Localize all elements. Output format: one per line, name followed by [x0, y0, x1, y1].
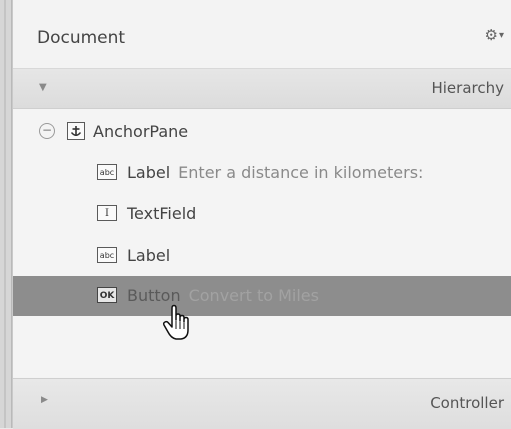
tree-item-description: Enter a distance in kilometers:: [178, 163, 424, 182]
window-chrome-strip: [0, 0, 12, 428]
controller-label: Controller: [430, 394, 504, 412]
triangle-down-icon: ▼: [39, 82, 47, 93]
tree-item-anchorpane[interactable]: − AnchorPane: [13, 112, 511, 152]
label-abc-icon: abc: [97, 247, 117, 263]
triangle-right-icon: ▶: [41, 395, 48, 405]
hierarchy-tree: − AnchorPane abc Label Enter a distance i…: [13, 109, 511, 377]
tree-item-label-node[interactable]: abc Label: [13, 236, 511, 276]
tree-item-text: Button Convert to Miles: [127, 286, 319, 305]
tree-item-label-node[interactable]: abc Label Enter a distance in kilometers:: [13, 153, 511, 193]
tree-item-text: Label Enter a distance in kilometers:: [127, 163, 423, 182]
tree-item-button[interactable]: OK Button Convert to Miles: [13, 276, 511, 316]
controller-section-header[interactable]: ▶ Controller: [13, 378, 511, 429]
tree-item-type: Button: [127, 286, 181, 305]
textfield-icon: I: [97, 205, 117, 221]
document-panel: Document ⚙▾ ▼ Hierarchy − AnchorPane abc: [12, 0, 511, 429]
tree-item-description: Convert to Miles: [188, 286, 319, 305]
tree-item-type: Label: [127, 246, 171, 265]
button-ok-icon: OK: [97, 287, 117, 303]
hand-cursor-icon: [162, 304, 189, 340]
label-abc-icon: abc: [97, 164, 117, 180]
tree-item-label: AnchorPane: [93, 122, 189, 141]
anchor-icon: [67, 122, 85, 140]
collapse-icon[interactable]: −: [39, 123, 55, 139]
chevron-down-icon: ▾: [498, 30, 504, 41]
document-title: Document: [37, 28, 126, 48]
tree-item-type: TextField: [127, 204, 197, 223]
tree-item-type: Label: [127, 163, 171, 182]
hierarchy-section-header[interactable]: ▼ Hierarchy: [13, 69, 511, 109]
document-header: Document ⚙▾: [13, 0, 511, 69]
hierarchy-label: Hierarchy: [431, 79, 504, 97]
gear-icon: ⚙: [484, 26, 498, 44]
tree-item-textfield[interactable]: I TextField: [13, 194, 511, 234]
panel-settings-menu[interactable]: ⚙▾: [485, 26, 504, 44]
